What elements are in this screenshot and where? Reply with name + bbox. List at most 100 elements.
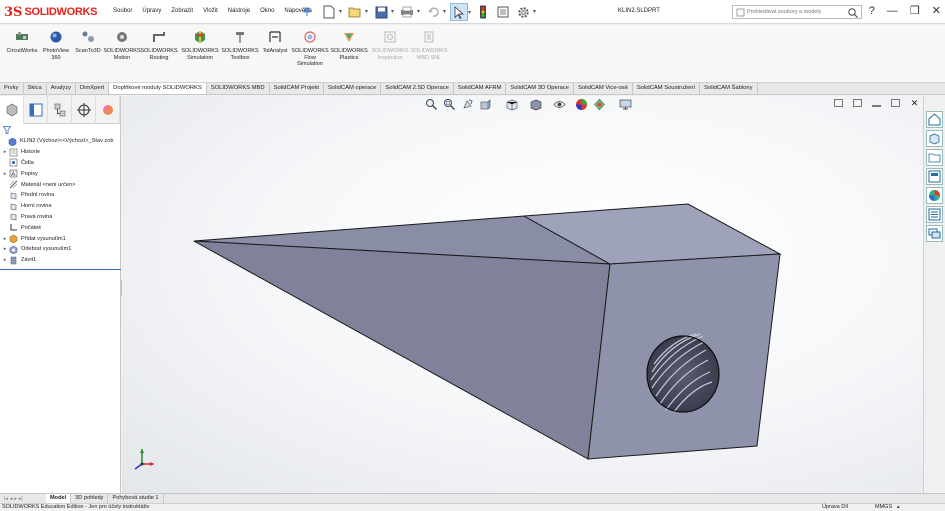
cmd-tolanalyst[interactable]: TolAnalyst <box>255 30 295 55</box>
open-button[interactable] <box>346 3 368 21</box>
tab-mbd[interactable]: SOLIDWORKS MBD <box>207 83 270 94</box>
design-library-tab[interactable] <box>926 130 943 147</box>
cmd-label: TolAnalyst <box>262 48 288 54</box>
tab-solidcam-multiaxis[interactable]: SolidCAM Vice-osé <box>574 83 633 94</box>
appearances-tab[interactable] <box>926 187 943 204</box>
tree-item-thread[interactable]: ▸ Závit1 <box>0 255 120 266</box>
tree-item-sensors[interactable]: Čidla <box>0 158 120 169</box>
tree-item-origin[interactable]: Počátek <box>0 222 120 233</box>
feature-manager-panel: KLIN2 (Výchozí<<Výchozí>_Stav zob ▸ Hist… <box>0 96 121 493</box>
close-button[interactable]: ✕ <box>932 4 941 18</box>
tree-item-boss-extrude[interactable]: ▸ Přidat vysunutím1 <box>0 233 120 244</box>
view-palette-tab[interactable] <box>926 168 943 185</box>
cmd-flow-simulation[interactable]: SOLIDWORKS Flow Simulation <box>290 30 330 68</box>
unit-system-selector[interactable]: MMGS <box>875 504 892 511</box>
unit-system-caret-icon[interactable]: ▴ <box>897 504 900 511</box>
menu-file[interactable]: Soubor <box>108 8 137 14</box>
next-tab-icon[interactable]: ▸ <box>14 496 17 502</box>
expand-arrow[interactable]: ▸ <box>1 257 9 263</box>
tree-item-top-plane[interactable]: Horní rovina <box>0 201 120 212</box>
options-button[interactable] <box>514 3 536 21</box>
menu-tools[interactable]: Nástroje <box>223 8 255 14</box>
rollback-bar[interactable] <box>0 268 121 270</box>
tab-model[interactable]: Model <box>46 494 72 503</box>
tab-solidcam-3d[interactable]: SolidCAM 3D Operace <box>506 83 574 94</box>
display-manager-tab[interactable] <box>96 96 120 124</box>
solidworks-resources-tab[interactable] <box>926 111 943 128</box>
first-tab-icon[interactable]: |◂ <box>4 496 8 502</box>
tree-item-cut-extrude[interactable]: ▸ Odebrat vysunutím1 <box>0 244 120 255</box>
tree-item-label: KLIN2 (Výchozí<<Výchozí>_Stav zob <box>20 138 114 145</box>
expand-arrow[interactable]: ▸ <box>1 171 9 177</box>
cmd-inspection[interactable]: SOLIDWORKS Inspection <box>370 30 410 61</box>
new-document-button[interactable] <box>320 3 342 21</box>
search-icon[interactable] <box>847 7 859 18</box>
motion-icon <box>117 32 127 42</box>
tab-sketch[interactable]: Skica <box>24 83 47 94</box>
tab-solidcam-project[interactable]: SolidCAM Projekt <box>270 83 325 94</box>
cmd-plastics[interactable]: SOLIDWORKS Plastics <box>329 30 369 61</box>
undo-button[interactable] <box>424 3 446 21</box>
cmd-simulation[interactable]: SOLIDWORKS Simulation <box>180 30 220 61</box>
configurationmanager-tab[interactable] <box>48 96 72 124</box>
featuremanager-tab[interactable] <box>0 96 24 124</box>
select-button[interactable] <box>450 3 471 21</box>
expand-arrow[interactable]: ▸ <box>1 236 9 242</box>
solidworks-forum-tab[interactable] <box>926 225 943 242</box>
tree-item-material[interactable]: Materiál <není určen> <box>0 179 120 190</box>
propertymanager-tab[interactable] <box>24 96 48 124</box>
plastics-icon <box>344 33 354 42</box>
solidworks-logo[interactable]: 3S SOLIDWORKS <box>4 3 98 21</box>
tree-item-right-plane[interactable]: Pravá rovina <box>0 212 120 223</box>
dimxpertmanager-tab[interactable] <box>72 96 96 124</box>
cmd-routing[interactable]: SOLIDWORKS Routing <box>139 30 179 61</box>
tab-features[interactable]: Prvky <box>0 83 24 94</box>
tab-solidcam-25d[interactable]: SolidCAM 2.5D Operace <box>381 83 454 94</box>
menu-edit[interactable]: Úpravy <box>137 8 166 14</box>
tree-item-annotations[interactable]: ▸ A Popisy <box>0 168 120 179</box>
tab-evaluate[interactable]: Analýzy <box>47 83 76 94</box>
tab-solidcam-turning[interactable]: SolidCAM Soustružení <box>633 83 701 94</box>
menu-insert[interactable]: Vložit <box>198 8 223 14</box>
menu-help[interactable]: Nápověda <box>279 8 316 14</box>
menu-bar: Soubor Úpravy Zobrazit Vložit Nástroje O… <box>108 8 317 14</box>
file-properties-button[interactable] <box>494 3 512 21</box>
cmd-mbd-snl[interactable]: SOLIDWORKS MBD SNL <box>409 30 449 61</box>
tab-dimxpert[interactable]: DimXpert <box>76 83 110 94</box>
graphics-area[interactable]: ✕ <box>122 96 923 493</box>
custom-properties-tab[interactable] <box>926 206 943 223</box>
pin-menu-icon[interactable] <box>303 7 311 16</box>
wedge-side-face[interactable] <box>193 240 611 460</box>
tree-item-front-plane[interactable]: Přední rovina <box>0 190 120 201</box>
rebuild-button[interactable] <box>474 3 492 21</box>
last-tab-icon[interactable]: ▸| <box>19 496 23 502</box>
restore-button[interactable]: ❐ <box>910 4 920 18</box>
prev-tab-icon[interactable]: ◂ <box>10 496 13 502</box>
save-icon <box>375 6 387 18</box>
cmd-motion[interactable]: SOLIDWORKS Motion <box>102 30 142 61</box>
filter-icon[interactable] <box>3 126 11 134</box>
save-button[interactable] <box>372 3 394 21</box>
cmd-toolbox[interactable]: SOLIDWORKS Toolbox <box>220 30 260 61</box>
expand-arrow[interactable]: ▸ <box>1 149 9 155</box>
tree-item-part[interactable]: KLIN2 (Výchozí<<Výchozí>_Stav zob <box>0 136 120 147</box>
menu-view[interactable]: Zobrazit <box>166 8 198 14</box>
tab-motion-study[interactable]: Pohybová studie 1 <box>108 494 164 503</box>
thread-icon <box>10 256 17 264</box>
minimize-button[interactable]: — <box>887 4 898 18</box>
title-bar: 3S SOLIDWORKS Soubor Úpravy Zobrazit Vlo… <box>0 0 945 24</box>
part-model-view[interactable] <box>122 96 923 493</box>
menu-window[interactable]: Okno <box>255 8 279 14</box>
expand-arrow[interactable]: ▸ <box>1 246 9 252</box>
tab-addins[interactable]: Doplňkové moduly SOLIDWORKS <box>109 83 207 94</box>
tab-solidcam-afrm[interactable]: SolidCAM AFRM <box>454 83 507 94</box>
tab-solidcam-templates[interactable]: SolidCAM Šablony <box>700 83 758 94</box>
tab-3d-views[interactable]: 3D pohledy <box>71 494 109 503</box>
tree-item-history[interactable]: ▸ Historie <box>0 147 120 158</box>
file-explorer-tab[interactable] <box>926 149 943 166</box>
help-button[interactable]: ? <box>869 4 875 18</box>
print-button[interactable] <box>398 3 420 21</box>
tab-solidcam-operations[interactable]: SolidCAM operace <box>324 83 382 94</box>
gear-icon <box>517 6 529 18</box>
search-input[interactable] <box>733 9 833 15</box>
